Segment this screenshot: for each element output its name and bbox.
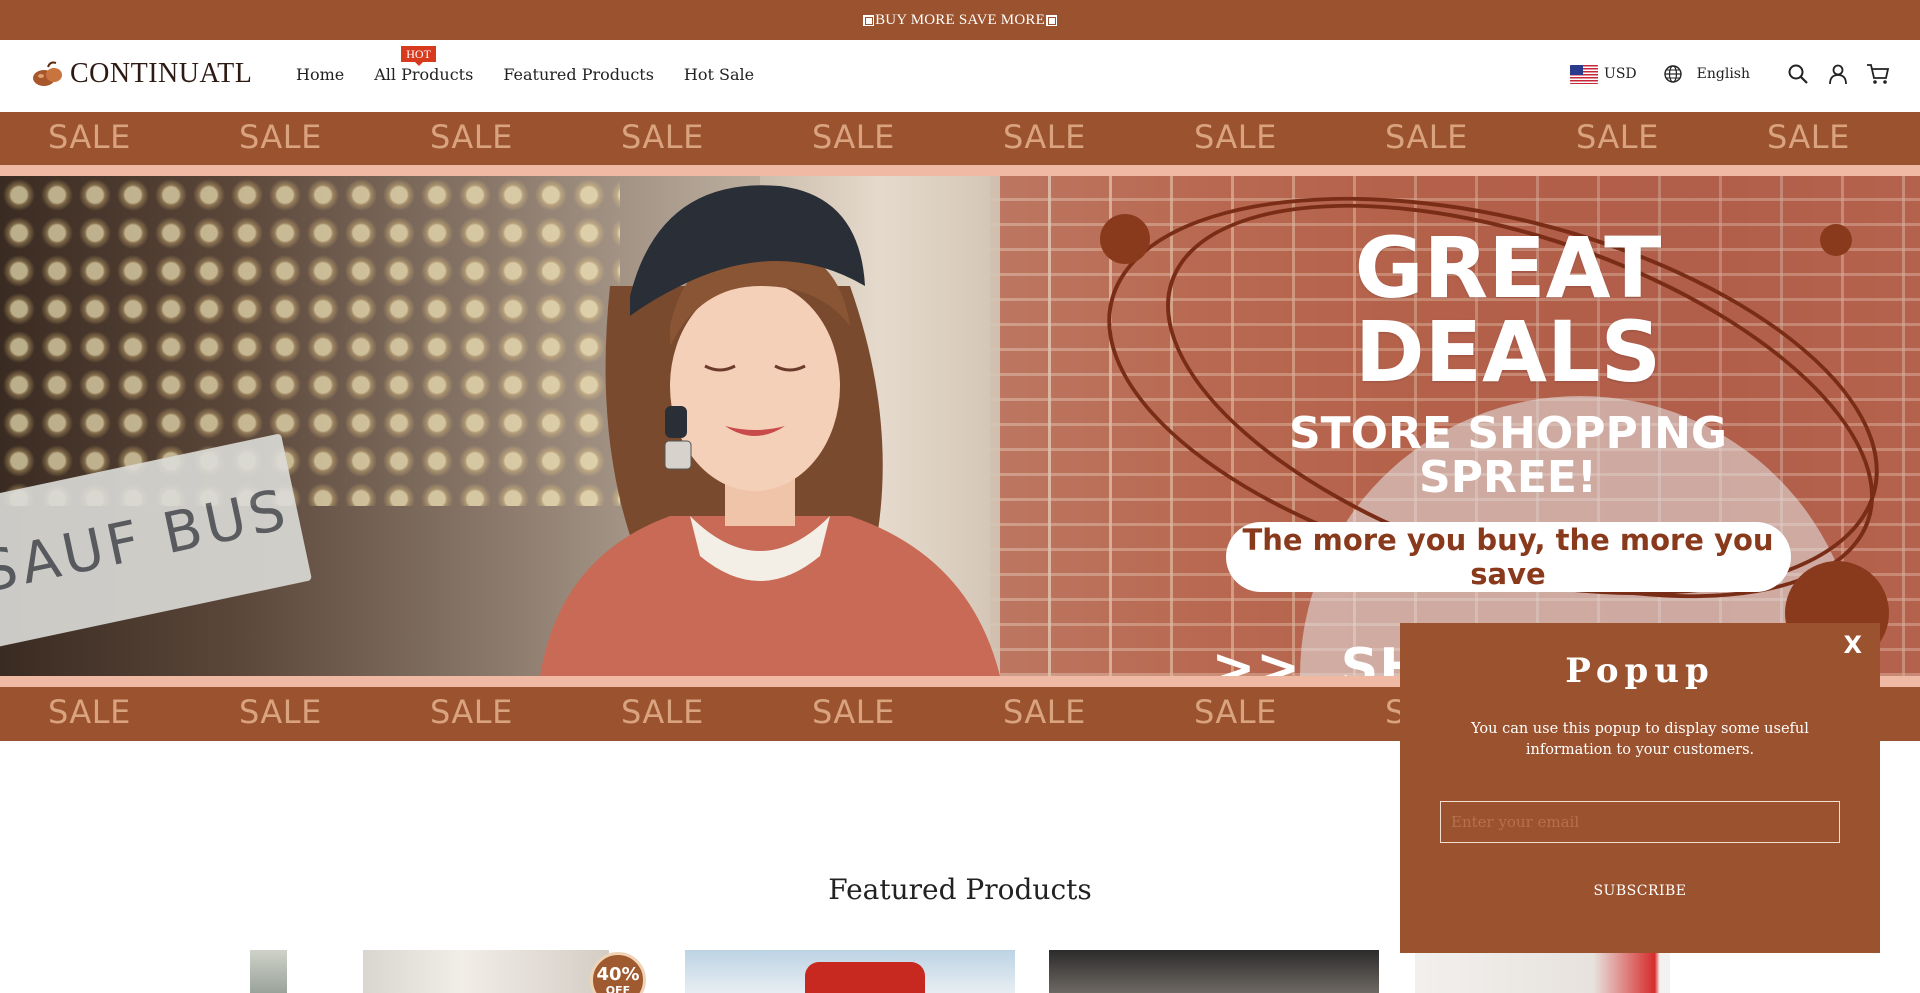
hot-badge: HOT xyxy=(401,46,436,66)
sale-word: SALE xyxy=(1385,118,1468,156)
nav-label: All Products xyxy=(374,65,474,84)
sale-word: SALE xyxy=(48,693,131,731)
sale-word: SALE xyxy=(430,118,513,156)
logo-text: CONTINUATL xyxy=(70,58,253,89)
model-photo xyxy=(540,185,1000,676)
sale-word: SALE xyxy=(812,118,895,156)
site-header: CONTINUATL Home HOT All Products Feature… xyxy=(0,40,1920,112)
arrow-left-icon: >> xyxy=(1211,638,1301,676)
nav-label: Home xyxy=(296,65,345,84)
announcement-text: BUY MORE SAVE MORE xyxy=(875,11,1045,28)
decorative-dot xyxy=(1820,224,1852,256)
sale-word: SALE xyxy=(1194,693,1277,731)
subscribe-button[interactable]: SUBSCRIBE xyxy=(1593,883,1686,899)
email-field[interactable] xyxy=(1440,801,1840,843)
placeholder-box-icon xyxy=(1045,14,1057,26)
sale-word: SALE xyxy=(1767,118,1850,156)
main-nav: Home HOT All Products Featured Products … xyxy=(296,46,784,84)
nav-all-products[interactable]: HOT All Products xyxy=(374,46,474,84)
newsletter-popup: X Popup You can use this popup to displa… xyxy=(1400,623,1880,953)
globe-icon xyxy=(1663,65,1682,83)
logo-mark-icon xyxy=(33,61,62,86)
product-card[interactable] xyxy=(363,950,609,993)
product-card[interactable] xyxy=(1415,950,1670,993)
discount-value: 40% xyxy=(596,964,640,985)
cart-icon[interactable] xyxy=(1866,62,1890,86)
mug-image xyxy=(805,962,925,993)
search-icon[interactable] xyxy=(1786,62,1810,86)
sale-word: SALE xyxy=(48,118,131,156)
hero-pill-text: The more you buy, the more you save xyxy=(1242,523,1774,591)
nav-hot-sale[interactable]: Hot Sale xyxy=(684,65,754,84)
currency-label: USD xyxy=(1604,66,1637,82)
sale-word: SALE xyxy=(239,693,322,731)
header-utilities: USD English xyxy=(1570,62,1890,86)
hero-copy: GREAT DEALS STORE SHOPPING SPREE! The mo… xyxy=(1212,219,1804,676)
hero-banner[interactable]: SAUF BUS GREAT DEALS STORE SHOPPING SPRE… xyxy=(0,176,1920,676)
sale-word: SALE xyxy=(430,693,513,731)
product-card-partial[interactable] xyxy=(250,950,287,993)
logo[interactable]: CONTINUATL xyxy=(30,58,252,90)
sale-word: SALE xyxy=(1576,118,1659,156)
hero-subtitle: STORE SHOPPING SPREE! xyxy=(1288,408,1728,503)
decorative-dot xyxy=(1100,214,1150,264)
hero-pill: The more you buy, the more you save xyxy=(1225,522,1791,592)
placeholder-box-icon xyxy=(863,14,875,26)
language-label: English xyxy=(1696,66,1750,82)
sale-word: SALE xyxy=(621,693,704,731)
sale-word: SALE xyxy=(1003,693,1086,731)
announcement-bar: BUY MORE SAVE MORE xyxy=(0,0,1920,40)
popup-title: Popup xyxy=(1565,651,1715,691)
close-icon[interactable]: X xyxy=(1843,631,1862,659)
hero-title: GREAT DEALS xyxy=(1354,219,1662,401)
sale-word: SALE xyxy=(812,693,895,731)
account-icon[interactable] xyxy=(1826,62,1850,86)
sale-word: SALE xyxy=(239,118,322,156)
nav-home[interactable]: Home xyxy=(296,65,344,84)
sale-word: SALE xyxy=(1003,118,1086,156)
language-selector[interactable]: English xyxy=(1663,64,1750,84)
popup-text: You can use this popup to display some u… xyxy=(1471,721,1809,758)
product-card[interactable] xyxy=(1049,950,1379,993)
discount-suffix: OFF xyxy=(605,984,631,993)
pink-band-top xyxy=(0,165,1920,176)
sale-word: SALE xyxy=(621,118,704,156)
sale-word: SALE xyxy=(1194,118,1277,156)
currency-selector[interactable]: USD xyxy=(1570,64,1637,84)
nav-featured-products[interactable]: Featured Products xyxy=(503,65,654,84)
nav-label: Featured Products xyxy=(503,65,654,84)
product-card[interactable] xyxy=(685,950,1015,993)
sale-strip-top: SALE SALE SALE SALE SALE SALE SALE SALE … xyxy=(0,112,1920,166)
us-flag-icon xyxy=(1570,64,1599,84)
nav-label: Hot Sale xyxy=(683,65,755,84)
discount-badge: 40% OFF xyxy=(590,952,646,993)
